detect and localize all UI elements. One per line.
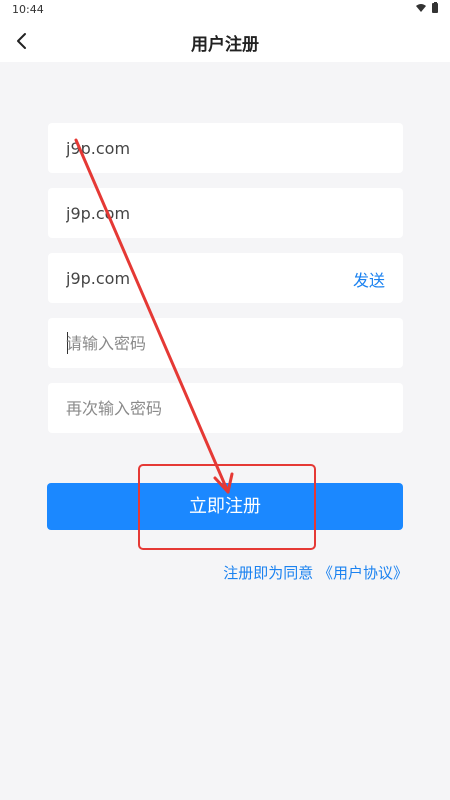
- password-input[interactable]: [66, 318, 326, 368]
- status-time: 10:44: [12, 3, 44, 16]
- user-agreement-link[interactable]: 《用户协议》: [318, 564, 408, 582]
- agreement-text: 注册即为同意 《用户协议》: [223, 562, 408, 583]
- second-input[interactable]: [66, 188, 326, 238]
- verification-code-field[interactable]: 发送: [48, 253, 403, 303]
- page-title: 用户注册: [191, 35, 259, 55]
- send-code-button[interactable]: 发送: [353, 267, 385, 291]
- confirm-password-input[interactable]: [66, 383, 326, 433]
- battery-icon: [432, 1, 438, 13]
- phone-input[interactable]: [66, 123, 326, 173]
- verification-code-input[interactable]: [66, 253, 326, 303]
- phone-field[interactable]: [48, 123, 403, 173]
- register-button[interactable]: 立即注册: [47, 483, 403, 530]
- nav-bar: 用户注册: [0, 20, 450, 62]
- agreement-prefix: 注册即为同意: [223, 564, 314, 582]
- confirm-password-field[interactable]: [48, 383, 403, 433]
- status-icons: [416, 1, 438, 13]
- status-bar: 10:44: [0, 0, 450, 20]
- password-field[interactable]: [48, 318, 403, 368]
- wifi-icon: [416, 4, 426, 12]
- second-field[interactable]: [48, 188, 403, 238]
